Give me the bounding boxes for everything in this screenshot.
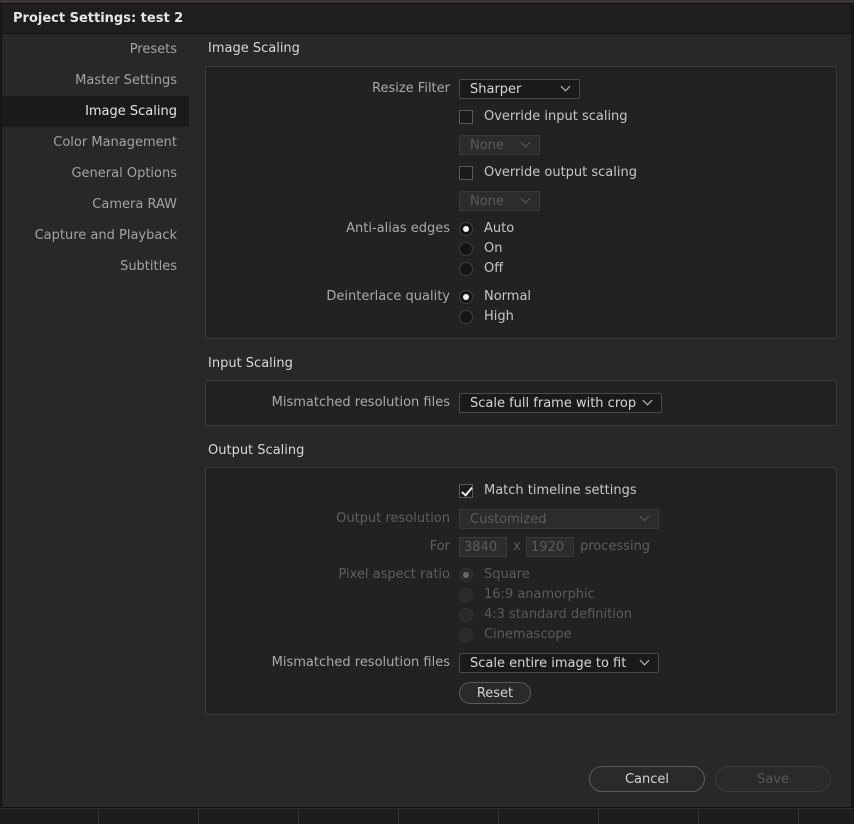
radio-icon — [459, 309, 473, 324]
resize-filter-dropdown[interactable]: Sharper — [459, 79, 580, 99]
pixel-aspect-label: Pixel aspect ratio — [338, 567, 450, 582]
match-timeline-checkbox[interactable]: Match timeline settings — [459, 483, 637, 498]
input-override-value: None — [470, 137, 504, 153]
resolution-width-field[interactable]: 3840 — [459, 537, 507, 557]
processing-label: processing — [580, 539, 651, 554]
settings-sidebar: Presets Master Settings Image Scaling Co… — [2, 34, 189, 807]
checkbox-icon — [459, 109, 473, 124]
divider — [598, 809, 599, 824]
divider — [98, 809, 99, 824]
output-resolution-label: Output resolution — [336, 511, 450, 526]
deinterlace-high-label: High — [484, 309, 514, 324]
deinterlace-normal-label: Normal — [484, 289, 532, 304]
chevron-down-icon — [642, 395, 653, 406]
pixel-aspect-cinemascope-radio[interactable]: Cinemascope — [459, 627, 572, 642]
pixel-aspect-square-radio[interactable]: Square — [459, 567, 530, 582]
deinterlace-label: Deinterlace quality — [326, 289, 450, 304]
divider — [698, 809, 699, 824]
sidebar-item-camera-raw[interactable]: Camera RAW — [2, 189, 189, 220]
output-override-value: None — [470, 193, 504, 209]
chevron-down-icon — [639, 655, 650, 666]
for-label: For — [429, 539, 450, 554]
save-button[interactable]: Save — [715, 766, 831, 792]
override-output-label: Override output scaling — [484, 165, 637, 180]
sidebar-item-general-options[interactable]: General Options — [2, 158, 189, 189]
radio-selected-icon — [459, 567, 473, 582]
input-scaling-override-dropdown[interactable]: None — [459, 135, 540, 155]
override-input-label: Override input scaling — [484, 109, 628, 124]
radio-selected-icon — [459, 221, 473, 236]
pixel-aspect-cinemascope-label: Cinemascope — [484, 627, 572, 642]
sidebar-item-subtitles[interactable]: Subtitles — [2, 251, 189, 282]
resolution-height-field[interactable]: 1920 — [526, 537, 574, 557]
match-timeline-label: Match timeline settings — [484, 483, 637, 498]
divider — [298, 809, 299, 824]
chevron-down-icon — [560, 81, 571, 92]
input-scaling-panel: Mismatched resolution files Scale full f… — [205, 380, 837, 426]
pixel-aspect-anamorphic-label: 16:9 anamorphic — [484, 587, 595, 602]
divider — [398, 809, 399, 824]
background-app-footer — [0, 808, 854, 824]
pixel-aspect-sd-radio[interactable]: 4:3 standard definition — [459, 607, 632, 622]
radio-icon — [459, 607, 473, 622]
chevron-down-icon — [520, 193, 531, 204]
output-resolution-value: Customized — [470, 511, 547, 527]
resize-filter-value: Sharper — [470, 81, 522, 97]
pixel-aspect-square-label: Square — [484, 567, 530, 582]
radio-icon — [459, 587, 473, 602]
resolution-separator: x — [513, 539, 521, 554]
divider — [198, 809, 199, 824]
radio-selected-icon — [459, 289, 473, 304]
divider — [798, 809, 799, 824]
anti-alias-on-label: On — [484, 241, 503, 256]
checkmark-icon — [459, 483, 473, 498]
pixel-aspect-anamorphic-radio[interactable]: 16:9 anamorphic — [459, 587, 595, 602]
sidebar-item-master-settings[interactable]: Master Settings — [2, 65, 189, 96]
radio-icon — [459, 241, 473, 256]
input-mismatched-label: Mismatched resolution files — [271, 395, 450, 410]
override-output-checkbox[interactable]: Override output scaling — [459, 165, 637, 180]
output-scaling-override-dropdown[interactable]: None — [459, 191, 540, 211]
anti-alias-auto-label: Auto — [484, 221, 515, 236]
cancel-button[interactable]: Cancel — [589, 766, 705, 792]
anti-alias-off-radio[interactable]: Off — [459, 261, 503, 276]
sidebar-item-capture-playback[interactable]: Capture and Playback — [2, 220, 189, 251]
deinterlace-normal-radio[interactable]: Normal — [459, 289, 531, 304]
project-settings-dialog: Project Settings: test 2 Presets Master … — [1, 3, 852, 808]
section-title-image-scaling: Image Scaling — [208, 41, 300, 56]
radio-icon — [459, 627, 473, 642]
output-resolution-dropdown[interactable]: Customized — [459, 509, 659, 529]
sidebar-item-image-scaling[interactable]: Image Scaling — [2, 96, 189, 127]
output-mismatched-label: Mismatched resolution files — [271, 655, 450, 670]
output-scaling-panel: Match timeline settings Output resolutio… — [205, 467, 837, 715]
anti-alias-auto-radio[interactable]: Auto — [459, 221, 514, 236]
anti-alias-off-label: Off — [484, 261, 504, 276]
section-title-output-scaling: Output Scaling — [208, 443, 305, 458]
radio-icon — [459, 261, 473, 276]
override-input-checkbox[interactable]: Override input scaling — [459, 109, 628, 124]
deinterlace-high-radio[interactable]: High — [459, 309, 514, 324]
input-mismatched-value: Scale full frame with crop — [470, 395, 637, 411]
reset-button[interactable]: Reset — [459, 682, 531, 704]
section-title-input-scaling: Input Scaling — [208, 356, 293, 371]
divider — [498, 809, 499, 824]
dialog-title: Project Settings: test 2 — [13, 11, 184, 26]
output-mismatched-dropdown[interactable]: Scale entire image to fit — [459, 653, 659, 673]
anti-alias-label: Anti-alias edges — [346, 221, 450, 236]
dialog-titlebar[interactable]: Project Settings: test 2 — [2, 4, 851, 34]
checkbox-icon — [459, 165, 473, 180]
image-scaling-panel: Resize Filter Sharper Override input sca… — [205, 66, 837, 339]
input-mismatched-dropdown[interactable]: Scale full frame with crop — [459, 393, 662, 413]
anti-alias-on-radio[interactable]: On — [459, 241, 502, 256]
resize-filter-label: Resize Filter — [372, 81, 450, 96]
chevron-down-icon — [520, 137, 531, 148]
pixel-aspect-sd-label: 4:3 standard definition — [484, 607, 633, 622]
chevron-down-icon — [639, 511, 650, 522]
sidebar-item-color-management[interactable]: Color Management — [2, 127, 189, 158]
sidebar-item-presets[interactable]: Presets — [2, 34, 189, 65]
output-mismatched-value: Scale entire image to fit — [470, 655, 627, 671]
